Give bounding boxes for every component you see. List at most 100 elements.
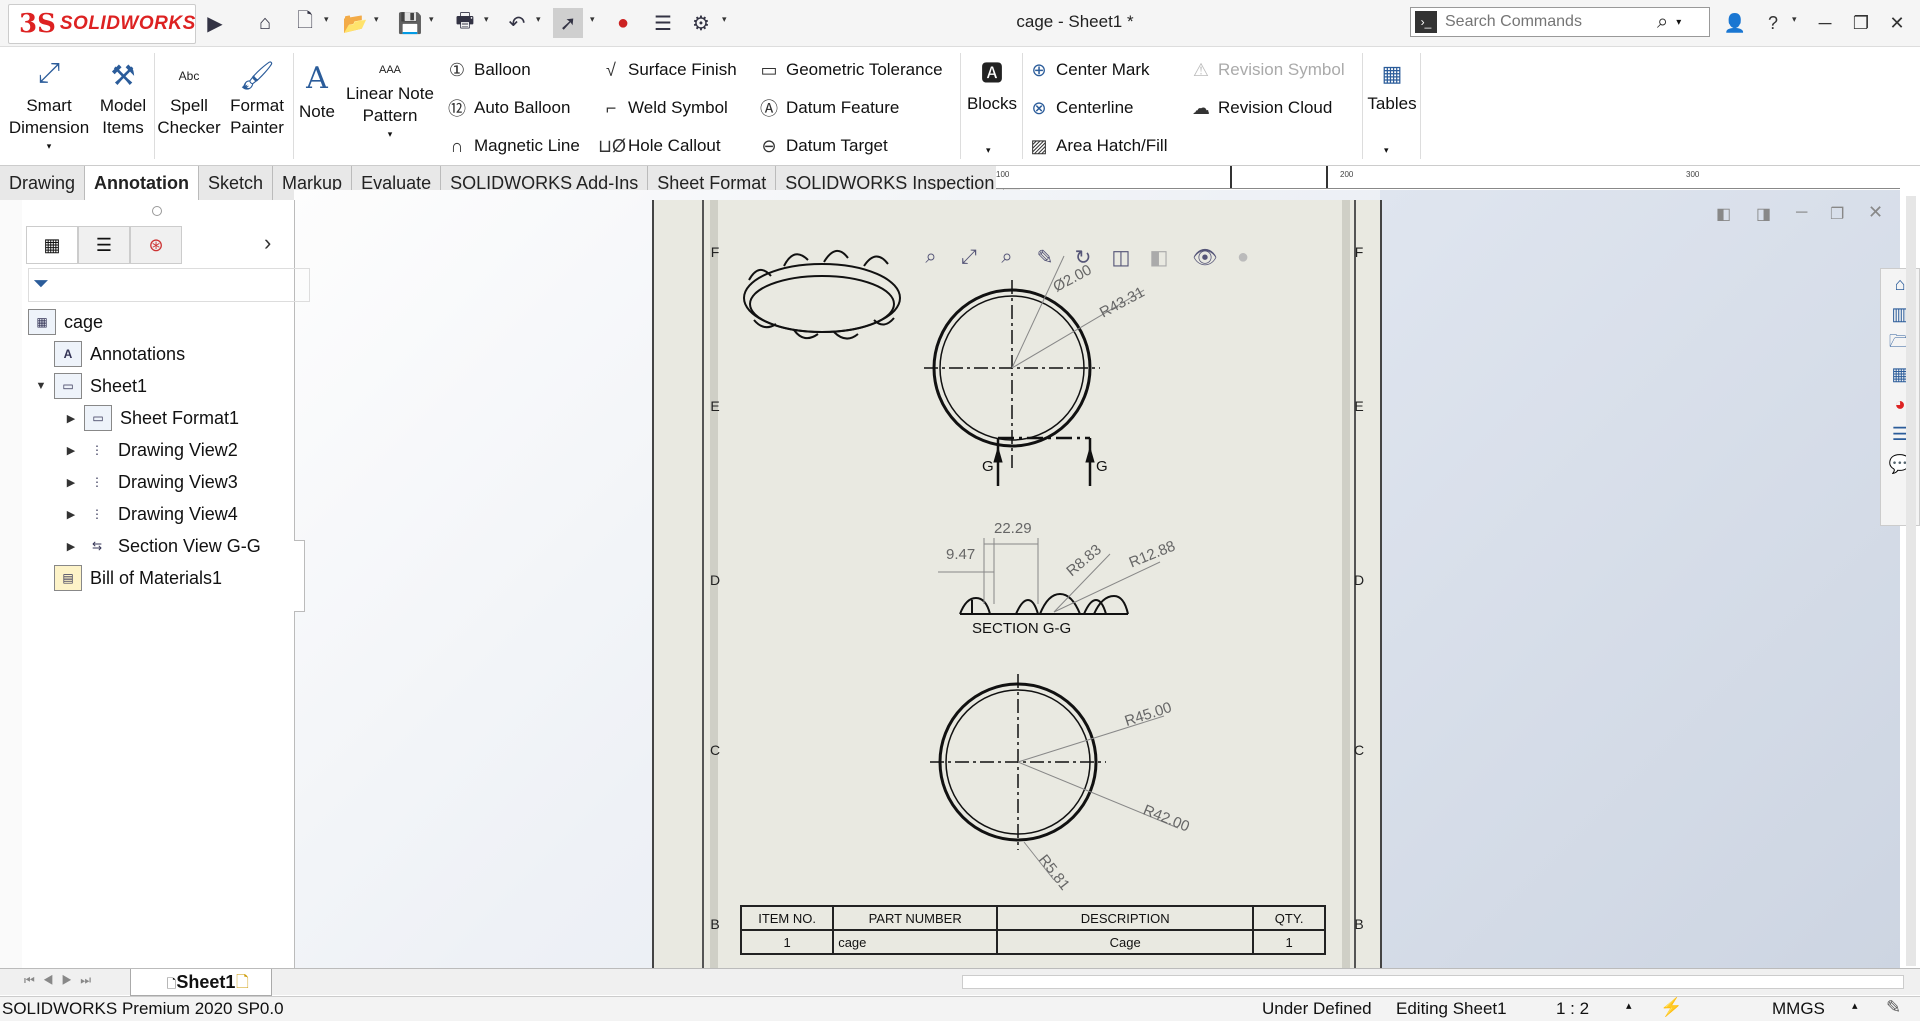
panel-expand-chevron-icon[interactable]: › (264, 230, 271, 256)
save-dropdown-icon[interactable]: ▾ (429, 14, 439, 30)
tab-drawing[interactable]: Drawing (0, 166, 86, 200)
close-icon[interactable]: ✕ (1880, 8, 1914, 38)
view-split-left-icon[interactable]: ◧ (1716, 204, 1731, 224)
tree-item-root[interactable]: ▦ cage (28, 306, 294, 338)
search-commands-input[interactable] (1443, 12, 1657, 32)
undo-dropdown-icon[interactable]: ▾ (536, 14, 546, 30)
tree-item-bom[interactable]: ▤ Bill of Materials1 (28, 562, 294, 594)
sheet-tab-sheet1[interactable]: 🗋Sheet1 (130, 969, 272, 996)
feature-manager-tab-icon[interactable]: ▦ (26, 226, 78, 264)
panel-grip-handle[interactable] (152, 206, 162, 216)
blocks-button[interactable]: 🅰 Blocks (964, 55, 1020, 115)
area-hatch-button[interactable]: ▨ Area Hatch/Fill (1026, 131, 1167, 161)
smart-dimension-button[interactable]: ⤢ Smart Dimension ▾ (4, 51, 94, 153)
smart-dimension-dropdown-icon[interactable]: ▾ (47, 139, 52, 153)
blocks-dropdown-icon[interactable]: ▾ (986, 145, 991, 156)
collapse-arrow-icon[interactable]: ▼ (28, 380, 54, 392)
quick-tips-icon[interactable]: ✎ (1886, 997, 1901, 1018)
flyout-arrow-icon[interactable]: ▶ (200, 8, 230, 38)
user-account-icon[interactable]: 👤 (1718, 8, 1752, 38)
new-dropdown-icon[interactable]: ▾ (324, 14, 334, 30)
help-icon[interactable]: ? (1756, 8, 1790, 38)
tab-annotation[interactable]: Annotation (85, 166, 200, 200)
home-icon[interactable]: ⌂ (250, 8, 280, 38)
unit-system[interactable]: MMGS (1772, 999, 1825, 1019)
doc-close-icon[interactable]: ✕ (1868, 202, 1883, 223)
dimxpert-tab-icon[interactable]: ⊛ (130, 226, 182, 264)
balloon-button[interactable]: ① Balloon (444, 55, 531, 85)
vertical-scrollbar[interactable] (1906, 196, 1916, 966)
tree-item-drawing-view[interactable]: ▶ ⋮ Drawing View2 (28, 434, 294, 466)
open-icon[interactable]: 📂 (340, 8, 370, 38)
expand-arrow-icon[interactable]: ▶ (58, 444, 84, 457)
expand-arrow-icon[interactable]: ▶ (58, 540, 84, 553)
model-items-button[interactable]: ⚒ Model Items (96, 57, 150, 139)
tree-item-section-view[interactable]: ▶ ⇆ Section View G-G (28, 530, 294, 562)
tree-item-sheet1[interactable]: ▼ ▭ Sheet1 (28, 370, 294, 402)
restore-icon[interactable]: ❐ (1844, 8, 1878, 38)
rebuild-traffic-light-icon[interactable]: ● (608, 8, 638, 38)
save-icon[interactable]: 💾 (395, 8, 425, 38)
weld-symbol-button[interactable]: ⌐ Weld Symbol (598, 93, 728, 123)
view-split-right-icon[interactable]: ◨ (1756, 204, 1771, 224)
add-sheet-icon[interactable]: 🗋 (236, 971, 249, 998)
filter-funnel-icon[interactable]: ⏷ (33, 273, 49, 296)
center-mark-button[interactable]: ⊕ Center Mark (1026, 55, 1149, 85)
expand-arrow-icon[interactable]: ▶ (58, 508, 84, 521)
tree-filter-box[interactable]: ⏷ (28, 268, 310, 302)
dimension-width[interactable]: 22.29 (994, 520, 1032, 537)
sheet-navigation-arrows-icon[interactable]: ⏮◀▶⏭ (24, 973, 99, 988)
section-marker-right[interactable]: G (1096, 458, 1108, 475)
units-dropdown-icon[interactable]: ▴ (1852, 999, 1858, 1012)
select-dropdown-icon[interactable]: ▾ (590, 14, 600, 30)
table-row[interactable]: 1 cage Cage 1 (739, 929, 1326, 955)
revision-symbol-button[interactable]: ⚠ Revision Symbol (1188, 55, 1345, 85)
new-document-icon[interactable]: 🗋 (290, 8, 320, 38)
tree-item-annotations[interactable]: A Annotations (28, 338, 294, 370)
datum-target-button[interactable]: ⊖ Datum Target (756, 131, 887, 161)
print-dropdown-icon[interactable]: ▾ (484, 14, 494, 30)
panel-splitter-handle[interactable] (294, 540, 305, 612)
expand-arrow-icon[interactable]: ▶ (58, 476, 84, 489)
doc-minimize-icon[interactable]: ─ (1796, 204, 1807, 222)
linear-note-dropdown-icon[interactable]: ▾ (388, 127, 393, 141)
revision-cloud-button[interactable]: ☁ Revision Cloud (1188, 93, 1332, 123)
rebuild-warning-icon[interactable]: ⚡ (1660, 997, 1682, 1018)
minimize-icon[interactable]: ─ (1808, 8, 1842, 38)
centerline-button[interactable]: ⊗ Centerline (1026, 93, 1133, 123)
doc-restore-icon[interactable]: ❐ (1830, 204, 1844, 224)
drawing-sheet[interactable]: F E D C B F E D C B ⌕ ⤢ ⌕ ✎ ↻ ◫ ◧ 👁 ● Ø2… (652, 200, 1382, 970)
surface-finish-button[interactable]: √ Surface Finish (598, 55, 737, 85)
help-dropdown-icon[interactable]: ▾ (1792, 14, 1802, 30)
horizontal-scrollbar[interactable] (962, 975, 1904, 989)
tables-dropdown-icon[interactable]: ▾ (1384, 145, 1389, 156)
expand-arrow-icon[interactable]: ▶ (58, 412, 84, 425)
undo-icon[interactable]: ↶ (502, 8, 532, 38)
select-pointer-icon[interactable]: ➚ (553, 8, 583, 38)
bill-of-materials-table[interactable]: ITEM NO. PART NUMBER DESCRIPTION QTY. 1 … (739, 905, 1326, 955)
hole-callout-button[interactable]: ⊔Ø Hole Callout (598, 131, 721, 161)
scale-dropdown-icon[interactable]: ▴ (1626, 999, 1632, 1012)
sheet-scale[interactable]: 1 : 2 (1556, 999, 1589, 1019)
section-view-label[interactable]: SECTION G-G (972, 620, 1071, 637)
auto-balloon-button[interactable]: ⑫ Auto Balloon (444, 93, 570, 123)
property-manager-tab-icon[interactable]: ☰ (78, 226, 130, 264)
spell-checker-button[interactable]: Abc Spell Checker (157, 57, 220, 139)
magnetic-line-button[interactable]: ∩ Magnetic Line (444, 131, 580, 161)
print-icon[interactable]: 🖶 (450, 8, 480, 38)
file-properties-icon[interactable]: ☰ (648, 8, 678, 38)
search-icon[interactable]: ⌕ (1657, 11, 1668, 34)
section-marker-left[interactable]: G (982, 458, 994, 475)
search-commands-box[interactable]: ›_ ⌕ ▾ (1410, 7, 1710, 37)
options-dropdown-icon[interactable]: ▾ (722, 14, 732, 30)
tree-item-drawing-view[interactable]: ▶ ⋮ Drawing View4 (28, 498, 294, 530)
open-dropdown-icon[interactable]: ▾ (374, 14, 384, 30)
datum-feature-button[interactable]: Ⓐ Datum Feature (756, 93, 899, 123)
note-button[interactable]: A Note (296, 57, 338, 123)
format-painter-button[interactable]: 🖌 Format Painter (222, 57, 292, 139)
solidworks-logo[interactable]: 3S SOLIDWORKS (8, 4, 196, 44)
tab-sketch[interactable]: Sketch (199, 166, 274, 200)
tree-item-sheet-format[interactable]: ▶ ▭ Sheet Format1 (28, 402, 294, 434)
dimension-offset[interactable]: 9.47 (946, 546, 975, 563)
options-gear-icon[interactable]: ⚙ (686, 8, 716, 38)
